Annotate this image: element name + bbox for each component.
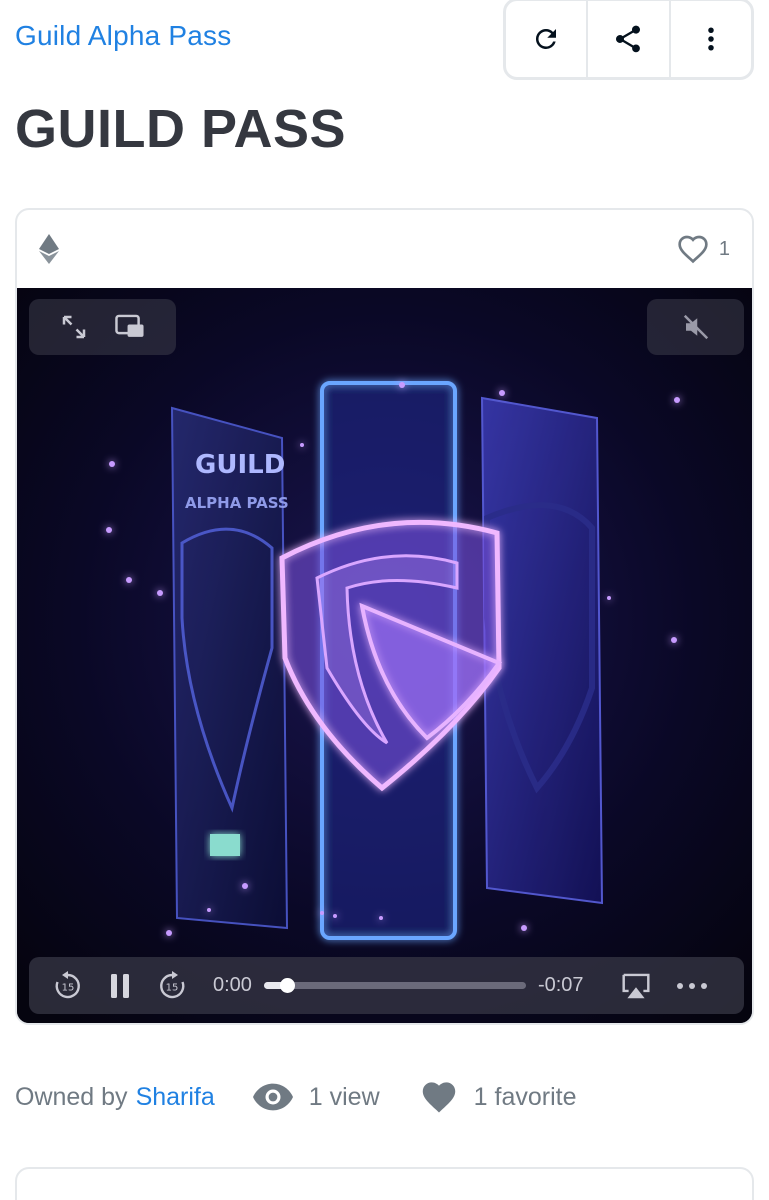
owner-link[interactable]: Sharifa	[136, 1083, 215, 1112]
favorite-count: 1	[718, 237, 730, 260]
refresh-icon	[536, 28, 557, 49]
playback-controls: 15 15 0:00 -0:07	[29, 957, 744, 1014]
eye-icon	[252, 1083, 293, 1111]
heart-filled-icon	[422, 1082, 455, 1113]
current-time: 0:00	[213, 974, 252, 996]
forward-15-icon[interactable]: 15	[157, 970, 187, 1001]
speaker-muted-icon	[683, 314, 708, 340]
more-options-button[interactable]	[671, 1, 751, 77]
item-meta: Owned by Sharifa 1 view 1 favorite	[15, 1080, 577, 1114]
mute-button[interactable]	[647, 299, 744, 355]
view-controls	[29, 299, 176, 355]
heart-outline-icon	[678, 235, 708, 264]
ethereum-icon	[39, 234, 59, 264]
remaining-time: -0:07	[537, 974, 584, 996]
views-stat: 1 view	[252, 1082, 380, 1112]
svg-text:15: 15	[62, 982, 75, 993]
media-card: 1 GUILD ALPHA PASS 15 15 0:00 -0:07	[15, 208, 754, 1025]
refresh-button[interactable]	[506, 1, 589, 77]
share-icon	[616, 25, 641, 53]
share-button[interactable]	[588, 1, 671, 77]
fullscreen-icon[interactable]	[59, 312, 89, 342]
nft-artwork: GUILD ALPHA PASS	[17, 288, 752, 1023]
svg-text:15: 15	[166, 982, 179, 993]
more-horizontal-icon[interactable]	[676, 981, 708, 991]
views-count: 1 view	[308, 1082, 380, 1111]
favorite-toggle[interactable]: 1	[677, 234, 730, 264]
collection-link[interactable]: Guild Alpha Pass	[15, 20, 231, 52]
page-title: GUILD PASS	[15, 99, 347, 159]
details-card	[15, 1167, 754, 1200]
left-card-subtitle: ALPHA PASS	[185, 494, 289, 512]
seek-handle[interactable]	[279, 978, 295, 993]
picture-in-picture-icon[interactable]	[114, 313, 146, 341]
more-vertical-icon	[708, 27, 714, 51]
favorites-count: 1 favorite	[473, 1082, 577, 1111]
left-card-title: GUILD	[195, 450, 285, 480]
item-toolbar	[503, 0, 754, 80]
pause-icon[interactable]	[107, 971, 135, 1001]
favorites-stat: 1 favorite	[420, 1080, 577, 1114]
seek-bar[interactable]	[263, 978, 526, 993]
owned-by-label: Owned by	[15, 1082, 128, 1111]
video-player[interactable]: GUILD ALPHA PASS 15 15 0:00 -0:07	[17, 288, 752, 1023]
rewind-15-icon[interactable]: 15	[53, 970, 83, 1001]
media-card-header: 1	[17, 210, 752, 288]
airplay-icon[interactable]	[620, 972, 652, 1000]
